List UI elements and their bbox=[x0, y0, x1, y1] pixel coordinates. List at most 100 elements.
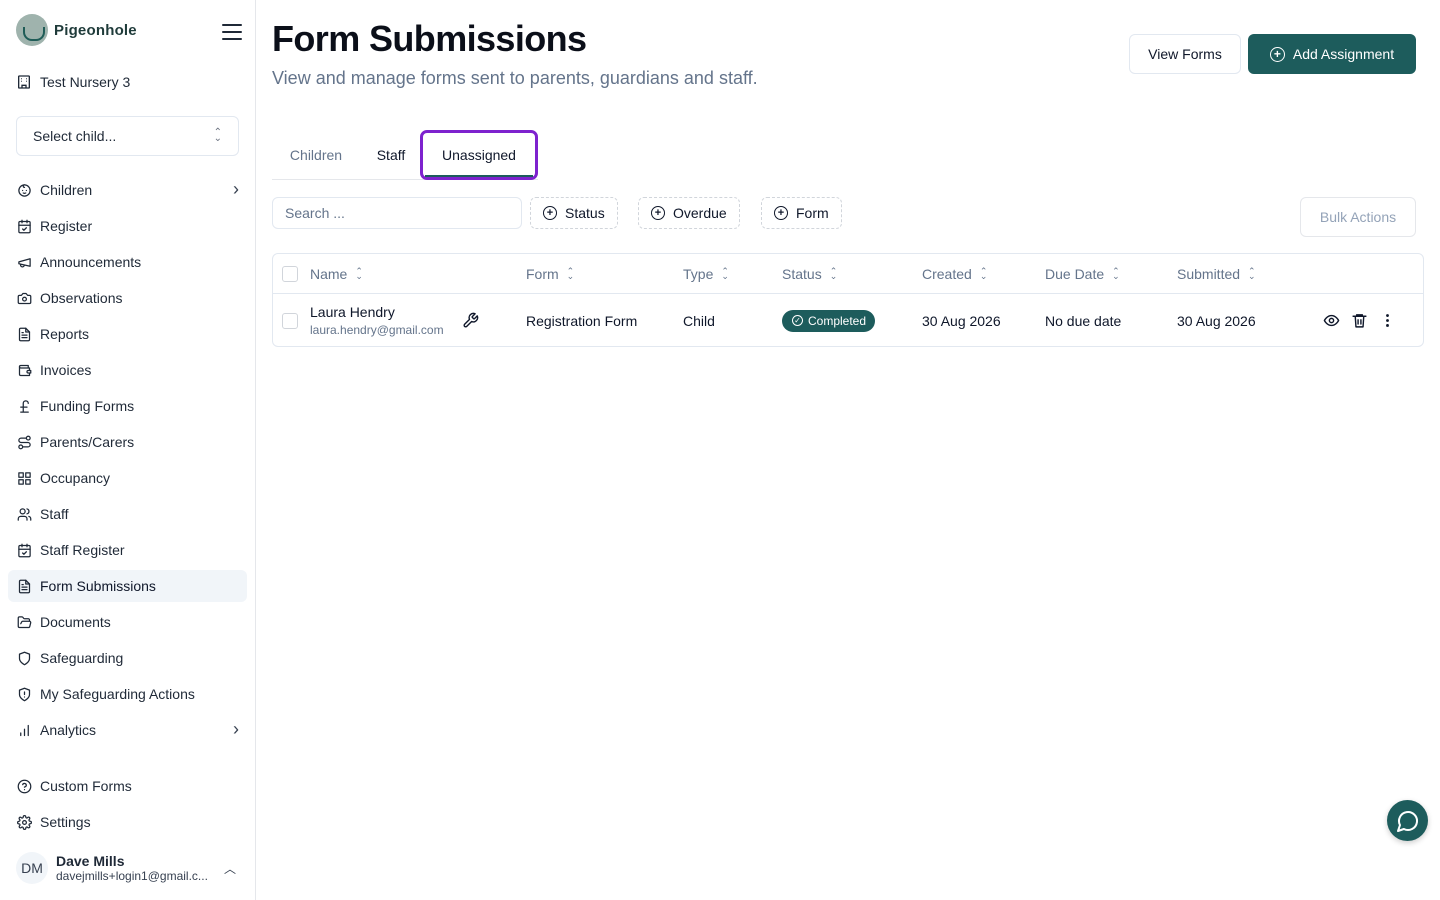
due-date-cell: No due date bbox=[1045, 312, 1122, 329]
route-icon bbox=[16, 434, 32, 450]
tab-unassigned[interactable]: Unassigned bbox=[420, 130, 538, 180]
sidebar-item-label: Occupancy bbox=[40, 470, 111, 486]
sidebar-item-occupancy[interactable]: Occupancy bbox=[8, 462, 247, 494]
plus-circle-icon: + bbox=[543, 206, 557, 220]
sidebar-item-invoices[interactable]: Invoices bbox=[8, 354, 247, 386]
bulk-actions-button[interactable]: Bulk Actions bbox=[1300, 197, 1416, 237]
sort-icon: ⌃ ⌄ bbox=[979, 266, 988, 281]
sort-icon: ⌃ ⌄ bbox=[355, 266, 363, 281]
sidebar-item-register[interactable]: Register bbox=[8, 210, 247, 242]
chat-support-button[interactable] bbox=[1387, 800, 1428, 841]
table-header: Name ⌃ ⌄ Form ⌃ ⌄ Type ⌃ ⌄ Status ⌃ ⌄ Created ⌃ ⌄ … bbox=[273, 254, 1423, 294]
column-header-created[interactable]: Created ⌃ ⌄ bbox=[922, 254, 987, 294]
tab-children[interactable]: Children bbox=[272, 130, 360, 180]
overdue-filter-label: Overdue bbox=[673, 205, 727, 221]
menu-icon[interactable] bbox=[222, 24, 242, 40]
status-filter-label: Status bbox=[565, 205, 605, 221]
message-circle-icon bbox=[1396, 810, 1418, 832]
brand[interactable]: Pigeonhole bbox=[16, 14, 137, 46]
file-text-icon bbox=[16, 326, 32, 342]
plus-circle-icon: + bbox=[1269, 46, 1285, 62]
column-header-status[interactable]: Status ⌃ ⌄ bbox=[782, 254, 837, 294]
sidebar-item-label: Invoices bbox=[40, 362, 92, 378]
chevron-right-icon: › bbox=[233, 179, 239, 199]
sidebar-nav-bottom: Custom Forms Settings bbox=[8, 770, 247, 842]
sidebar-item-children[interactable]: Children › bbox=[8, 174, 247, 206]
sort-icon: ⌃ ⌄ bbox=[566, 266, 575, 281]
file-text-icon bbox=[16, 578, 32, 594]
row-checkbox[interactable] bbox=[282, 313, 298, 329]
sidebar-item-documents[interactable]: Documents bbox=[8, 606, 247, 638]
help-circle-icon bbox=[16, 778, 32, 794]
user-menu[interactable]: DM Dave Mills davejmills+login1@gmail.c.… bbox=[16, 848, 244, 888]
sidebar-item-my-safeguarding-actions[interactable]: My Safeguarding Actions bbox=[8, 678, 247, 710]
column-label: Created bbox=[922, 266, 972, 282]
sidebar-item-label: Funding Forms bbox=[40, 398, 135, 414]
sidebar-nav: Children › Register Announcements Observatio… bbox=[8, 174, 247, 750]
view-forms-button[interactable]: View Forms bbox=[1129, 34, 1241, 74]
sidebar-item-observations[interactable]: Observations bbox=[8, 282, 247, 314]
sidebar-item-safeguarding[interactable]: Safeguarding bbox=[8, 642, 247, 674]
gear-icon bbox=[16, 814, 32, 830]
sidebar-item-funding-forms[interactable]: Funding Forms bbox=[8, 390, 247, 422]
column-label: Type bbox=[683, 266, 714, 282]
trash-icon[interactable] bbox=[1349, 310, 1369, 330]
column-label: Name bbox=[310, 266, 348, 282]
sidebar-item-form-submissions[interactable]: Form Submissions bbox=[8, 570, 247, 602]
column-header-submitted[interactable]: Submitted ⌃ ⌄ bbox=[1177, 254, 1256, 294]
user-name: Dave Mills bbox=[56, 853, 125, 869]
sidebar-item-label: Reports bbox=[40, 326, 90, 342]
chevron-right-icon: › bbox=[233, 719, 239, 739]
status-filter-button[interactable]: + Status bbox=[530, 197, 618, 229]
sidebar-item-settings[interactable]: Settings bbox=[8, 806, 247, 838]
check-circle-icon: ✓ bbox=[792, 315, 803, 326]
add-assignment-button[interactable]: + Add Assignment bbox=[1248, 34, 1416, 74]
column-label: Form bbox=[526, 266, 559, 282]
column-header-due-date[interactable]: Due Date ⌃ ⌄ bbox=[1045, 254, 1120, 294]
add-assignment-label: Add Assignment bbox=[1292, 46, 1395, 62]
select-all-checkbox[interactable] bbox=[282, 266, 298, 282]
select-child-label: Select child... bbox=[33, 128, 117, 144]
column-label: Due Date bbox=[1045, 266, 1105, 282]
sidebar-item-parents-carers[interactable]: Parents/Carers bbox=[8, 426, 247, 458]
brand-name: Pigeonhole bbox=[54, 21, 137, 39]
sidebar-item-announcements[interactable]: Announcements bbox=[8, 246, 247, 278]
sidebar-item-label: Announcements bbox=[40, 254, 142, 270]
sidebar-item-label: Observations bbox=[40, 290, 123, 306]
sidebar-item-label: Safeguarding bbox=[40, 650, 124, 666]
more-vertical-icon[interactable] bbox=[1377, 310, 1397, 330]
type-cell: Child bbox=[683, 312, 715, 329]
search-input[interactable] bbox=[272, 197, 522, 229]
column-header-form[interactable]: Form ⌃ ⌄ bbox=[526, 254, 574, 294]
tab-staff[interactable]: Staff bbox=[360, 130, 422, 180]
shield-icon bbox=[16, 650, 32, 666]
sidebar-item-reports[interactable]: Reports bbox=[8, 318, 247, 350]
form-filter-button[interactable]: + Form bbox=[761, 197, 842, 229]
submitter-email: laura.hendry@gmail.com bbox=[310, 323, 444, 337]
table-row[interactable]: Laura Hendry laura.hendry@gmail.com Regi… bbox=[273, 294, 1423, 347]
pigeon-logo-icon bbox=[16, 14, 48, 46]
nursery-name: Test Nursery 3 bbox=[16, 74, 130, 90]
calendar-check-icon bbox=[16, 218, 32, 234]
column-header-type[interactable]: Type ⌃ ⌄ bbox=[683, 254, 729, 294]
sidebar-item-staff[interactable]: Staff bbox=[8, 498, 247, 530]
sidebar-item-label: Form Submissions bbox=[40, 578, 156, 594]
page-subtitle: View and manage forms sent to parents, g… bbox=[272, 68, 758, 88]
users-icon bbox=[16, 506, 32, 522]
sidebar-item-label: Analytics bbox=[40, 722, 97, 738]
overdue-filter-button[interactable]: + Overdue bbox=[638, 197, 740, 229]
camera-icon bbox=[16, 290, 32, 306]
page-title: Form Submissions bbox=[272, 18, 587, 59]
shield-alert-icon bbox=[16, 686, 32, 702]
sidebar-item-custom-forms[interactable]: Custom Forms bbox=[8, 770, 247, 802]
sidebar-item-staff-register[interactable]: Staff Register bbox=[8, 534, 247, 566]
select-child-dropdown[interactable]: Select child... ⌃ ⌄ bbox=[16, 116, 239, 156]
wrench-icon[interactable] bbox=[460, 310, 480, 330]
form-cell: Registration Form bbox=[526, 312, 638, 329]
layout-grid-icon bbox=[16, 470, 32, 486]
sidebar-item-analytics[interactable]: Analytics › bbox=[8, 714, 247, 746]
column-header-name[interactable]: Name ⌃ ⌄ bbox=[310, 254, 363, 294]
eye-icon[interactable] bbox=[1321, 310, 1341, 330]
status-cell: ✓ Completed bbox=[782, 294, 876, 347]
sidebar-item-label: Settings bbox=[40, 814, 91, 830]
